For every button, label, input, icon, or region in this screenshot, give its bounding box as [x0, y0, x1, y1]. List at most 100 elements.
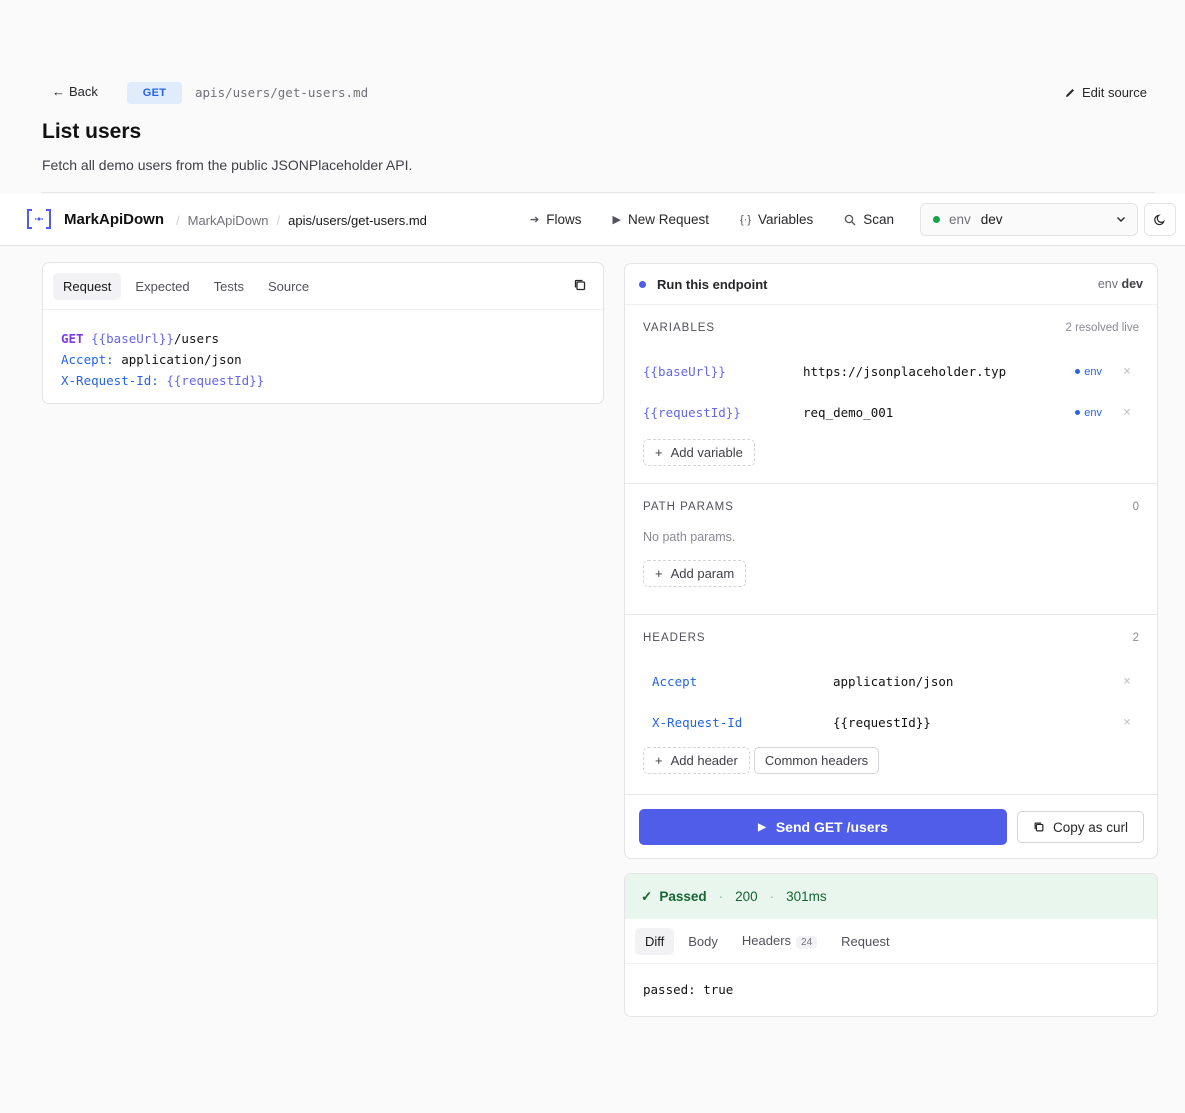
add-variable-label: Add variable — [670, 445, 743, 460]
code-method: GET — [61, 331, 84, 346]
copy-as-curl-button[interactable]: Copy as curl — [1017, 811, 1144, 843]
variables-title: VARIABLES — [643, 322, 716, 334]
nav-scan[interactable]: Scan — [844, 212, 894, 227]
variables-section: VARIABLES 2 resolved live {{baseUrl}} ht… — [625, 305, 1157, 484]
header-key[interactable]: Accept — [643, 674, 833, 689]
source-dot — [1075, 410, 1081, 415]
tab-tests[interactable]: Tests — [204, 273, 254, 300]
back-button[interactable]: ← Back — [52, 84, 98, 99]
copy-icon — [1034, 822, 1044, 832]
result-status-label: Passed — [659, 889, 707, 904]
add-variable-button[interactable]: + Add variable — [643, 439, 755, 466]
back-label: Back — [69, 84, 98, 99]
env-select[interactable]: env dev — [920, 203, 1138, 236]
edit-source-button[interactable]: Edit source — [1064, 85, 1147, 100]
top-nav: MarkApiDown / MarkApiDown / apis/users/g… — [0, 194, 1185, 246]
tab-headers[interactable]: Headers 24 — [732, 927, 827, 955]
header-key[interactable]: X-Request-Id — [643, 715, 833, 730]
nav-links: ➔ Flows ▶ New Request {·} Variables Scan — [530, 212, 894, 227]
remove-icon[interactable]: × — [1123, 405, 1131, 420]
path-params-count: 0 — [1132, 501, 1139, 513]
braces-icon: {·} — [740, 213, 752, 226]
plus-icon: + — [655, 753, 663, 768]
header-value[interactable]: {{requestId}} — [833, 715, 1038, 730]
code-header-key: Accept: — [61, 352, 114, 367]
nav-scan-label: Scan — [863, 212, 895, 227]
plus-icon: + — [655, 445, 663, 460]
tab-source[interactable]: Source — [258, 273, 319, 300]
logo-icon — [27, 209, 51, 229]
code-header-key: X-Request-Id: — [61, 373, 159, 388]
common-headers-button[interactable]: Common headers — [753, 747, 880, 774]
nav-new-request-label: New Request — [627, 212, 709, 227]
headers-title: HEADERS — [643, 632, 706, 644]
page-header: ← Back GET apis/users/get-users.md Edit … — [0, 0, 1185, 193]
env-status-dot — [933, 216, 940, 223]
run-panel-header: Run this endpoint env dev — [625, 264, 1157, 305]
variable-row: {{baseUrl}} https://jsonplaceholder.typ … — [643, 351, 1139, 392]
breadcrumb-root[interactable]: MarkApiDown — [188, 213, 269, 228]
remove-icon[interactable]: × — [1123, 364, 1131, 379]
nav-flows-label: Flows — [546, 212, 582, 227]
header-actions: + Add header Common headers — [643, 747, 1139, 774]
tab-diff[interactable]: Diff — [635, 927, 675, 955]
run-panel-title: Run this endpoint — [657, 276, 768, 292]
moon-icon — [1153, 214, 1165, 226]
variable-key[interactable]: {{baseUrl}} — [643, 364, 803, 379]
env-label: env — [949, 212, 971, 227]
request-editor: Request Expected Tests Source GET {{base… — [42, 262, 604, 404]
code-line: Accept: application/json — [61, 349, 585, 370]
add-param-button[interactable]: + Add param — [643, 560, 747, 587]
run-env-value: dev — [1121, 277, 1143, 291]
theme-toggle-button[interactable] — [1144, 203, 1176, 236]
result-passed: ✓ Passed — [641, 889, 707, 905]
run-env: env dev — [1098, 277, 1143, 291]
request-code[interactable]: GET {{baseUrl}}/users Accept: applicatio… — [43, 310, 603, 409]
copy-curl-label: Copy as curl — [1052, 819, 1129, 835]
path-params-empty: No path params. — [643, 530, 736, 544]
code-header-value: {{requestId}} — [166, 373, 265, 388]
tab-request[interactable]: Request — [53, 272, 122, 300]
result-body: passed: true — [643, 982, 734, 997]
breadcrumb-separator: / — [276, 213, 281, 228]
headers-header: HEADERS 2 — [643, 615, 1139, 661]
tab-request-result[interactable]: Request — [831, 928, 899, 955]
variable-value[interactable]: https://jsonplaceholder.typ — [803, 364, 1008, 379]
brand-name: MarkApiDown — [64, 211, 165, 228]
headers-section: HEADERS 2 Accept application/json × X-Re… — [625, 615, 1157, 795]
nav-variables[interactable]: {·} Variables — [740, 212, 813, 227]
send-request-button[interactable]: ▶ Send GET /users — [639, 809, 1007, 845]
path-params-title: PATH PARAMS — [643, 501, 734, 513]
nav-flows[interactable]: ➔ Flows — [530, 212, 581, 227]
result-panel: ✓ Passed · 200 · 301ms Diff Body Headers… — [624, 873, 1158, 1017]
nav-new-request[interactable]: ▶ New Request — [612, 212, 709, 227]
arrow-right-icon: ➔ — [530, 214, 540, 226]
arrow-left-icon: ← — [52, 84, 65, 99]
code-line: X-Request-Id: {{requestId}} — [61, 370, 585, 391]
code-line: GET {{baseUrl}}/users — [61, 328, 585, 349]
search-icon — [845, 214, 856, 225]
code-url-path: /users — [173, 331, 220, 346]
tab-body[interactable]: Body — [678, 928, 728, 955]
result-duration: 301ms — [786, 889, 827, 904]
tab-expected[interactable]: Expected — [125, 273, 199, 300]
copy-icon[interactable] — [573, 278, 587, 292]
add-param-wrap: + Add param — [643, 560, 1139, 587]
headers-count-badge: 24 — [796, 936, 818, 949]
source-dot — [1075, 369, 1081, 374]
remove-icon[interactable]: × — [1123, 715, 1131, 730]
header-value[interactable]: application/json — [833, 674, 1038, 689]
send-row: ▶ Send GET /users Copy as curl — [625, 795, 1157, 861]
variables-header: VARIABLES 2 resolved live — [643, 305, 1139, 351]
edit-source-label: Edit source — [1081, 85, 1147, 100]
remove-icon[interactable]: × — [1123, 674, 1131, 689]
variable-key[interactable]: {{requestId}} — [643, 405, 803, 420]
path-params-header: PATH PARAMS 0 — [643, 484, 1139, 530]
headers-count: 2 — [1132, 632, 1139, 644]
page-title: List users — [42, 120, 142, 143]
header-row: X-Request-Id {{requestId}} × — [643, 702, 1139, 743]
add-header-button[interactable]: + Add header — [643, 747, 750, 774]
variable-value[interactable]: req_demo_001 — [803, 405, 1008, 420]
add-param-label: Add param — [670, 566, 735, 581]
plus-icon: + — [655, 566, 663, 581]
